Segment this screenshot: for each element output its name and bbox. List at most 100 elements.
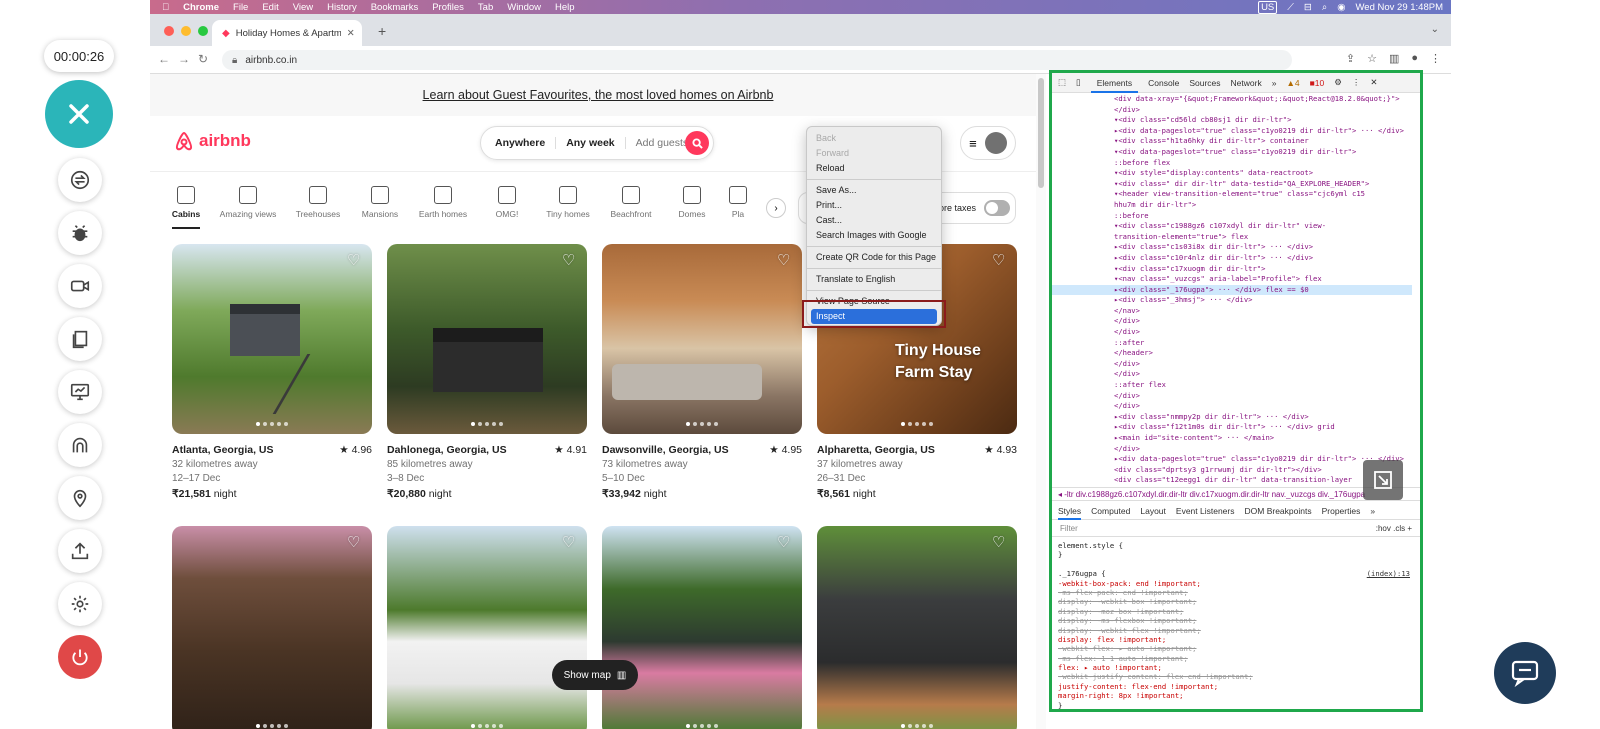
css-rules[interactable]: element.style {} ._176ugpa {(index):13 -w…: [1058, 541, 1414, 710]
photo-dots[interactable]: [901, 724, 933, 728]
dock-toggle-button[interactable]: [1363, 460, 1403, 500]
dom-node-line[interactable]: ▸<main id="site-content"> ··· </main>: [1052, 433, 1412, 444]
category-earth-homes[interactable]: Earth homes: [413, 186, 473, 219]
menu-window[interactable]: Window: [507, 2, 541, 13]
category-amazing-views[interactable]: Amazing views: [218, 186, 278, 219]
filter-tools[interactable]: :hov .cls +: [1376, 524, 1412, 533]
dom-node-line[interactable]: hhu7m dir dir-ltr">: [1052, 200, 1412, 211]
favorite-heart-icon[interactable]: ♡: [992, 535, 1008, 551]
listing-card[interactable]: ♡: [817, 526, 1017, 729]
menu-chrome[interactable]: Chrome: [183, 2, 219, 13]
screen-button[interactable]: [58, 370, 102, 414]
photo-dots[interactable]: [686, 422, 718, 426]
close-recorder-button[interactable]: [45, 80, 113, 148]
css-line[interactable]: }: [1058, 550, 1414, 559]
dom-node-line[interactable]: </div>: [1052, 391, 1412, 402]
dom-node-line[interactable]: ▸<div class="f12t1m0s dir dir-ltr"> ··· …: [1052, 422, 1412, 433]
favorite-heart-icon[interactable]: ♡: [562, 253, 578, 269]
css-line[interactable]: -ms-flex-pack: end !important;: [1058, 588, 1414, 597]
favorite-heart-icon[interactable]: ♡: [347, 253, 363, 269]
dom-node-line[interactable]: ▾<div class="c1988gz6 c107xdyl dir dir-l…: [1052, 221, 1412, 232]
airbnb-logo[interactable]: airbnb: [174, 130, 251, 152]
forward-arrow-icon[interactable]: →: [178, 52, 190, 66]
guest-favourites-banner[interactable]: Learn about Guest Favourites, the most l…: [150, 74, 1046, 116]
menu-item-create-qr[interactable]: Create QR Code for this Page: [807, 250, 941, 265]
listing-card[interactable]: ♡ Dawsonville, Georgia, US ★ 4.95 73 kilo…: [602, 244, 802, 500]
tab-dom-breakpoints[interactable]: DOM Breakpoints: [1245, 506, 1312, 516]
dom-node-line[interactable]: ▾<div class="c17xuogm dir dir-ltr">: [1052, 264, 1412, 275]
css-line[interactable]: }: [1058, 701, 1414, 710]
category-tiny-homes[interactable]: Tiny homes: [538, 186, 598, 219]
listing-card[interactable]: ♡ Atlanta, Georgia, US ★ 4.96 32 kilometr…: [172, 244, 372, 500]
share-icon[interactable]: ⇪: [1346, 52, 1355, 65]
dom-node-line[interactable]: </div>: [1052, 316, 1412, 327]
reload-icon[interactable]: ↻: [198, 52, 208, 66]
favorite-heart-icon[interactable]: ♡: [777, 535, 793, 551]
search-any-week[interactable]: Any week: [556, 137, 626, 149]
dom-node-line[interactable]: </div>: [1052, 359, 1412, 370]
profile-menu-button[interactable]: ≡: [960, 126, 1016, 160]
bug-button[interactable]: [58, 211, 102, 255]
menu-view[interactable]: View: [293, 2, 313, 13]
profile-avatar-icon[interactable]: ●: [1411, 52, 1418, 65]
css-source-link[interactable]: (index):13: [1367, 569, 1410, 578]
category-cabins[interactable]: Cabins: [156, 186, 216, 229]
tab-computed[interactable]: Computed: [1091, 506, 1130, 516]
favorite-heart-icon[interactable]: ♡: [562, 535, 578, 551]
css-line[interactable]: display: -ms-flexbox !important;: [1058, 616, 1414, 625]
listing-card[interactable]: ♡ Dahlonega, Georgia, US ★ 4.91 85 kilome…: [387, 244, 587, 500]
show-map-button[interactable]: Show map ▥: [552, 660, 638, 690]
category-play[interactable]: Pla: [720, 186, 756, 219]
location-button[interactable]: [58, 476, 102, 520]
menu-item-search-images[interactable]: Search Images with Google: [807, 228, 941, 243]
dom-node-line[interactable]: ::before flex: [1052, 158, 1412, 169]
listing-card[interactable]: ♡: [387, 526, 587, 729]
dom-node-line[interactable]: ▸<div class="c1s03i8x dir dir-ltr"> ··· …: [1052, 242, 1412, 253]
dom-node-line[interactable]: ▾<nav class="_vuzcgs" aria-label="Profil…: [1052, 274, 1412, 285]
dom-node-line[interactable]: </nav>: [1052, 306, 1412, 317]
dom-node-line[interactable]: ▾<header view-transition-element="true" …: [1052, 189, 1412, 200]
dom-node-line[interactable]: </div>: [1052, 369, 1412, 380]
network-button[interactable]: [58, 423, 102, 467]
css-line[interactable]: display: flex !important;: [1058, 635, 1414, 644]
menu-help[interactable]: Help: [555, 2, 575, 13]
tab-properties[interactable]: Properties: [1322, 506, 1361, 516]
listing-photo[interactable]: ♡: [172, 526, 372, 729]
listing-photo[interactable]: ♡: [172, 244, 372, 434]
styles-filter-input[interactable]: Filter :hov .cls +: [1052, 521, 1420, 537]
listing-card[interactable]: ♡: [602, 526, 802, 729]
css-line[interactable]: -webkit-box-pack: end !important;: [1058, 579, 1414, 588]
menu-item-save-as[interactable]: Save As...: [807, 183, 941, 198]
tab-search-chevron-icon[interactable]: ⌄: [1431, 24, 1439, 35]
menu-tab[interactable]: Tab: [478, 2, 493, 13]
tab-event-listeners[interactable]: Event Listeners: [1176, 506, 1235, 516]
tab-styles[interactable]: Styles: [1058, 502, 1082, 520]
menu-item-cast[interactable]: Cast...: [807, 213, 941, 228]
photo-dots[interactable]: [256, 724, 288, 728]
wifi-off-icon[interactable]: ⟋: [1287, 2, 1294, 13]
dom-node-line[interactable]: ▸<div class="nmmpy2p dir dir-ltr"> ··· <…: [1052, 412, 1412, 423]
menu-item-translate[interactable]: Translate to English: [807, 272, 941, 287]
bookmark-star-icon[interactable]: ☆: [1367, 52, 1377, 65]
more-menu-icon[interactable]: ⋮: [1430, 52, 1441, 65]
search-icon[interactable]: ⌕: [1322, 2, 1327, 13]
search-anywhere[interactable]: Anywhere: [481, 137, 557, 149]
css-line[interactable]: margin-right: 8px !important;: [1058, 691, 1414, 700]
dom-node-line[interactable]: ▾<div class="cd56ld cb80sj1 dir dir-ltr"…: [1052, 115, 1412, 126]
css-line[interactable]: display: -moz-box !important;: [1058, 607, 1414, 616]
dom-node-line[interactable]: ▸<div data-pageslot="true" class="c1yo02…: [1052, 454, 1412, 465]
menu-profiles[interactable]: Profiles: [432, 2, 464, 13]
dom-tree[interactable]: <div data-xray="{&quot;Framework&quot;:&…: [1052, 94, 1412, 486]
close-window-button[interactable]: [164, 26, 174, 36]
tab-sources[interactable]: Sources: [1189, 78, 1220, 88]
category-omg[interactable]: OMG!: [477, 186, 537, 219]
dom-node-line[interactable]: transition-element="true"> flex: [1052, 232, 1412, 243]
dom-node-line[interactable]: ::before: [1052, 211, 1412, 222]
css-line[interactable]: -webkit-justify-content: flex-end !impor…: [1058, 672, 1414, 681]
favorite-heart-icon[interactable]: ♡: [347, 535, 363, 551]
menu-bookmarks[interactable]: Bookmarks: [371, 2, 419, 13]
errors-badge[interactable]: ■10: [1310, 78, 1325, 88]
power-button[interactable]: [58, 635, 102, 679]
dom-node-line[interactable]: ▸<div data-pageslot="true" class="c1yo02…: [1052, 126, 1412, 137]
css-line[interactable]: element.style {: [1058, 541, 1414, 550]
